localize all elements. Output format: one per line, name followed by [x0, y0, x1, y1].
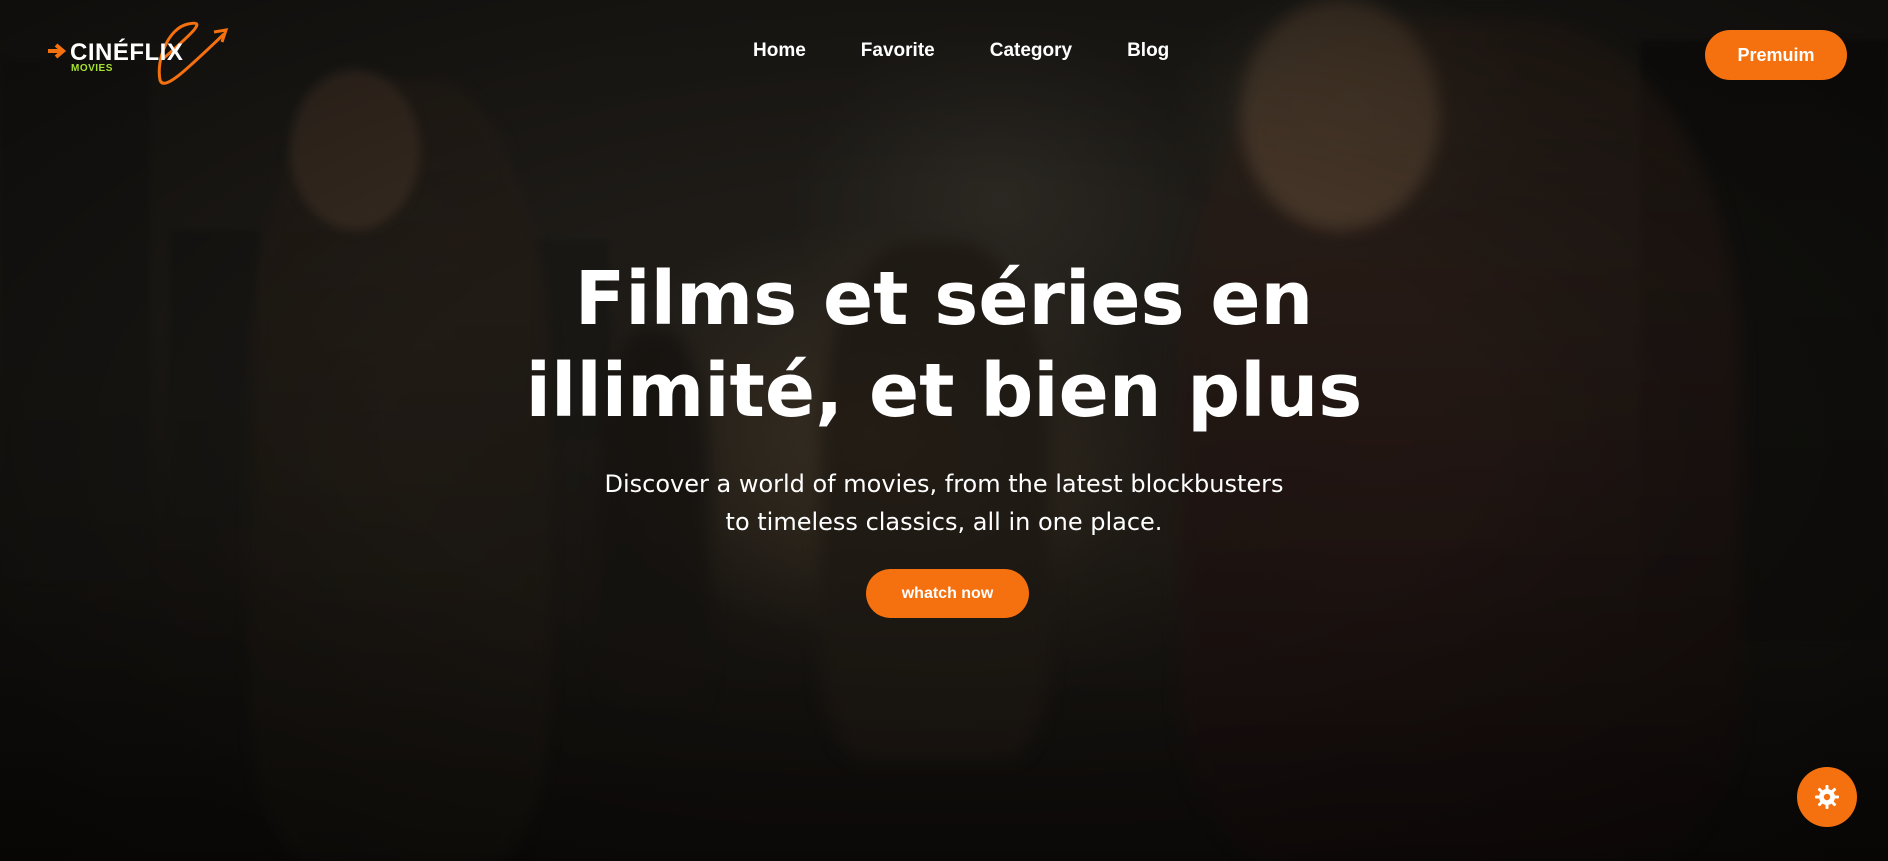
- hero-title-line-2: illimité, et bien plus: [525, 348, 1363, 434]
- main-nav: Home Favorite Category Blog: [753, 40, 1169, 62]
- nav-category[interactable]: Category: [990, 40, 1072, 62]
- brand-tagline: MOVIES: [71, 63, 113, 74]
- hero-subtitle-line-1: Discover a world of movies, from the lat…: [604, 470, 1284, 498]
- hero-subtitle-line-2: to timeless classics, all in one place.: [725, 508, 1163, 536]
- settings-gear-icon: [1815, 785, 1839, 809]
- nav-favorite[interactable]: Favorite: [861, 40, 935, 62]
- nav-blog[interactable]: Blog: [1127, 40, 1169, 62]
- premium-button[interactable]: Premuim: [1705, 30, 1847, 80]
- settings-fab-button[interactable]: [1797, 767, 1857, 827]
- nav-home[interactable]: Home: [753, 40, 806, 62]
- brand-logo[interactable]: CINÉFLIX MOVIES: [46, 20, 236, 92]
- hero-title: Films et séries en illimité, et bien plu…: [494, 253, 1394, 437]
- hero-subtitle: Discover a world of movies, from the lat…: [594, 465, 1294, 541]
- hero-title-line-1: Films et séries en: [574, 256, 1314, 342]
- watch-now-button[interactable]: whatch now: [866, 569, 1029, 618]
